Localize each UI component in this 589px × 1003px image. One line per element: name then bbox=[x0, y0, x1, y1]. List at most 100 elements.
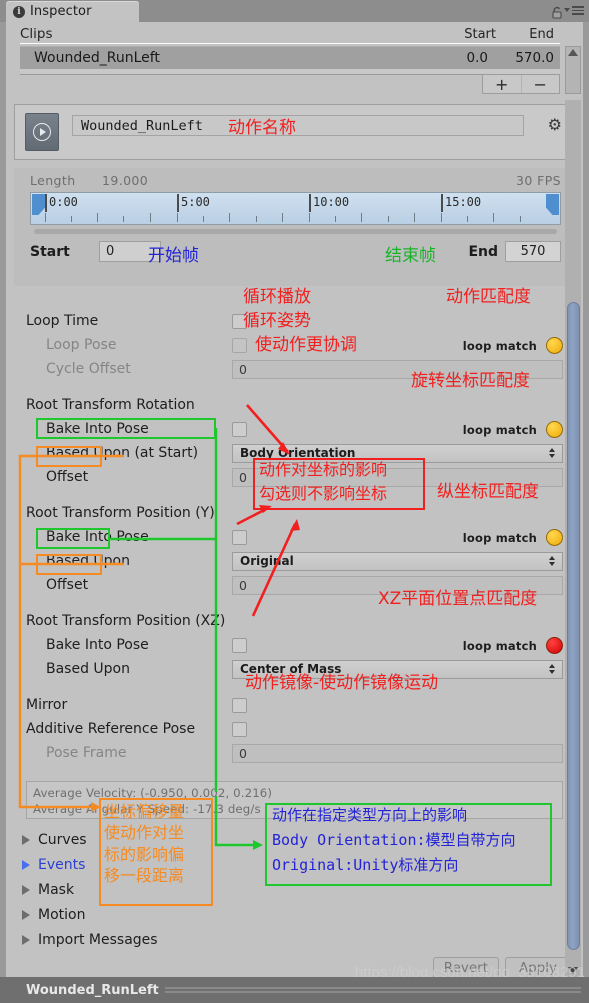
foldout-mask[interactable]: Mask bbox=[22, 877, 74, 902]
mirror-checkbox[interactable] bbox=[232, 698, 247, 713]
start-end-row: Start 0 End 570 bbox=[14, 240, 575, 266]
column-clips: Clips bbox=[20, 26, 53, 42]
tick-label: 10:00 bbox=[313, 195, 350, 209]
additive-reference-pose-checkbox[interactable] bbox=[232, 722, 247, 737]
annotation-start-frame: 开始帧 bbox=[148, 246, 199, 266]
clip-row-start: 0.0 bbox=[466, 49, 488, 66]
status-bar: Wounded_RunLeft bbox=[0, 977, 589, 1003]
foldout-motion[interactable]: Motion bbox=[22, 902, 85, 927]
position-y-based-upon-dropdown[interactable]: Original bbox=[232, 552, 563, 571]
hamburger-menu-icon[interactable] bbox=[564, 6, 584, 15]
row-root-transform-position-xz: Root Transform Position (XZ) bbox=[14, 610, 575, 634]
tab-inspector[interactable]: i Inspector bbox=[6, 1, 139, 22]
annotation-xz-match: XZ平面位置点匹配度 bbox=[378, 589, 538, 609]
rotation-offset-label: Offset bbox=[46, 469, 89, 485]
row-pose-frame: Pose Frame 0 bbox=[14, 742, 575, 766]
column-end: End bbox=[529, 26, 554, 42]
cycle-offset-label: Cycle Offset bbox=[46, 361, 131, 377]
add-clip-button[interactable]: + bbox=[483, 75, 522, 94]
length-label: Length bbox=[30, 173, 76, 188]
start-label: Start bbox=[30, 244, 70, 260]
gear-icon[interactable]: ⚙ bbox=[548, 115, 562, 134]
fps-label: 30 FPS bbox=[516, 173, 561, 188]
chevron-updown-icon bbox=[549, 448, 555, 458]
lock-icon[interactable] bbox=[551, 4, 563, 19]
highlight-based-upon-y bbox=[36, 528, 110, 549]
loop-pose-checkbox[interactable] bbox=[232, 338, 247, 353]
remove-clip-button[interactable]: − bbox=[522, 75, 560, 94]
scrollbar-thumb[interactable] bbox=[567, 302, 580, 950]
foldout-label: Events bbox=[38, 856, 86, 873]
annotation-rotation-match: 旋转坐标匹配度 bbox=[411, 371, 530, 391]
foldout-curves[interactable]: Curves bbox=[22, 827, 87, 852]
timeline-area: Length 19.000 30 FPS 0:00 5:00 10:00 15:… bbox=[14, 168, 575, 286]
info-icon: i bbox=[13, 5, 25, 18]
chevron-right-icon bbox=[22, 909, 30, 920]
clips-list-header: Clips Start End bbox=[20, 25, 560, 44]
highlight-offset-rotation bbox=[36, 446, 102, 467]
loop-match-label: loop match bbox=[462, 339, 537, 353]
pose-frame-input[interactable]: 0 bbox=[232, 744, 563, 763]
status-bar-divider bbox=[164, 987, 581, 993]
annotation-offset-note: 坐标偏移量 使动作对坐 标的影响偏 移一段距离 bbox=[104, 802, 185, 885]
foldout-import-messages[interactable]: Import Messages bbox=[22, 927, 158, 952]
table-row[interactable]: Wounded_RunLeft 0.0 570.0 bbox=[20, 46, 560, 69]
annotation-based-upon-line3: Original:Unity标准方向 bbox=[272, 856, 459, 874]
foldout-events[interactable]: Events bbox=[22, 852, 85, 877]
tab-label: Inspector bbox=[30, 4, 92, 19]
position-y-bake-checkbox[interactable] bbox=[232, 530, 247, 545]
annotation-motion-match: 动作匹配度 bbox=[446, 287, 531, 307]
chevron-right-icon bbox=[22, 859, 30, 870]
loop-time-label: Loop Time bbox=[26, 313, 99, 329]
status-bar-label: Wounded_RunLeft bbox=[26, 982, 159, 998]
root-rotation-header: Root Transform Rotation bbox=[26, 397, 195, 413]
end-label: End bbox=[468, 244, 498, 260]
play-button[interactable] bbox=[25, 113, 59, 151]
annotation-end-frame: 结束帧 bbox=[385, 246, 436, 266]
highlight-offset-position-y bbox=[36, 554, 102, 575]
row-root-transform-rotation: Root Transform Rotation bbox=[14, 394, 575, 418]
loop-match-label: loop match bbox=[462, 423, 537, 437]
annotation-clip-name: 动作名称 bbox=[228, 118, 296, 138]
chevron-right-icon bbox=[22, 934, 30, 945]
annotation-based-upon-line2: Body Orientation:模型自带方向 bbox=[272, 831, 516, 849]
timeline-ruler[interactable]: 0:00 5:00 10:00 15:00 bbox=[30, 192, 561, 225]
timeline-horizontal-scrollbar[interactable] bbox=[34, 229, 557, 234]
annotation-loop-pose: 循环姿势 bbox=[243, 311, 311, 331]
tab-bar: i Inspector bbox=[0, 0, 589, 22]
foldout-label: Import Messages bbox=[38, 931, 158, 948]
position-y-offset-label: Offset bbox=[46, 577, 89, 593]
animation-properties: Loop Time Loop Pose loop match Cycle Off… bbox=[14, 286, 575, 819]
foldout-label: Mask bbox=[38, 881, 75, 898]
end-input[interactable]: 570 bbox=[505, 241, 561, 262]
tick-label: 0:00 bbox=[49, 195, 78, 209]
loop-match-indicator-position-y bbox=[546, 529, 563, 546]
loop-match-indicator-motion bbox=[546, 337, 563, 354]
range-start-handle[interactable] bbox=[32, 194, 45, 215]
play-icon bbox=[33, 123, 51, 141]
column-start: Start bbox=[464, 26, 496, 42]
position-xz-header: Root Transform Position (XZ) bbox=[26, 613, 226, 629]
range-end-handle[interactable] bbox=[546, 194, 559, 215]
foldout-label: Curves bbox=[38, 831, 87, 848]
chevron-updown-icon bbox=[549, 556, 555, 566]
annotation-mirror: 动作镜像-使动作镜像运动 bbox=[245, 673, 439, 693]
inspector-scrollbar[interactable] bbox=[565, 100, 581, 977]
row-mirror: Mirror bbox=[14, 694, 575, 718]
loop-match-indicator-rotation bbox=[546, 421, 563, 438]
position-xz-bake-checkbox[interactable] bbox=[232, 638, 247, 653]
clips-list-scrollbar[interactable] bbox=[565, 46, 581, 94]
length-value: 19.000 bbox=[102, 173, 149, 188]
loop-match-label: loop match bbox=[462, 531, 537, 545]
highlight-based-upon-at-start bbox=[36, 418, 216, 439]
scroll-up-arrow-icon[interactable] bbox=[568, 49, 578, 56]
pose-frame-label: Pose Frame bbox=[46, 745, 127, 761]
mirror-label: Mirror bbox=[26, 697, 68, 713]
annotation-coord-effect-line1: 动作对坐标的影响 bbox=[259, 460, 388, 479]
additive-reference-pose-label: Additive Reference Pose bbox=[26, 721, 196, 737]
foldout-label: Motion bbox=[38, 906, 86, 923]
annotation-based-upon-line1: 动作在指定类型方向上的影响 bbox=[272, 806, 468, 824]
rotation-bake-checkbox[interactable] bbox=[232, 422, 247, 437]
position-y-based-upon-value: Original bbox=[240, 554, 294, 568]
clip-name-input[interactable]: Wounded_RunLeft bbox=[72, 115, 524, 136]
